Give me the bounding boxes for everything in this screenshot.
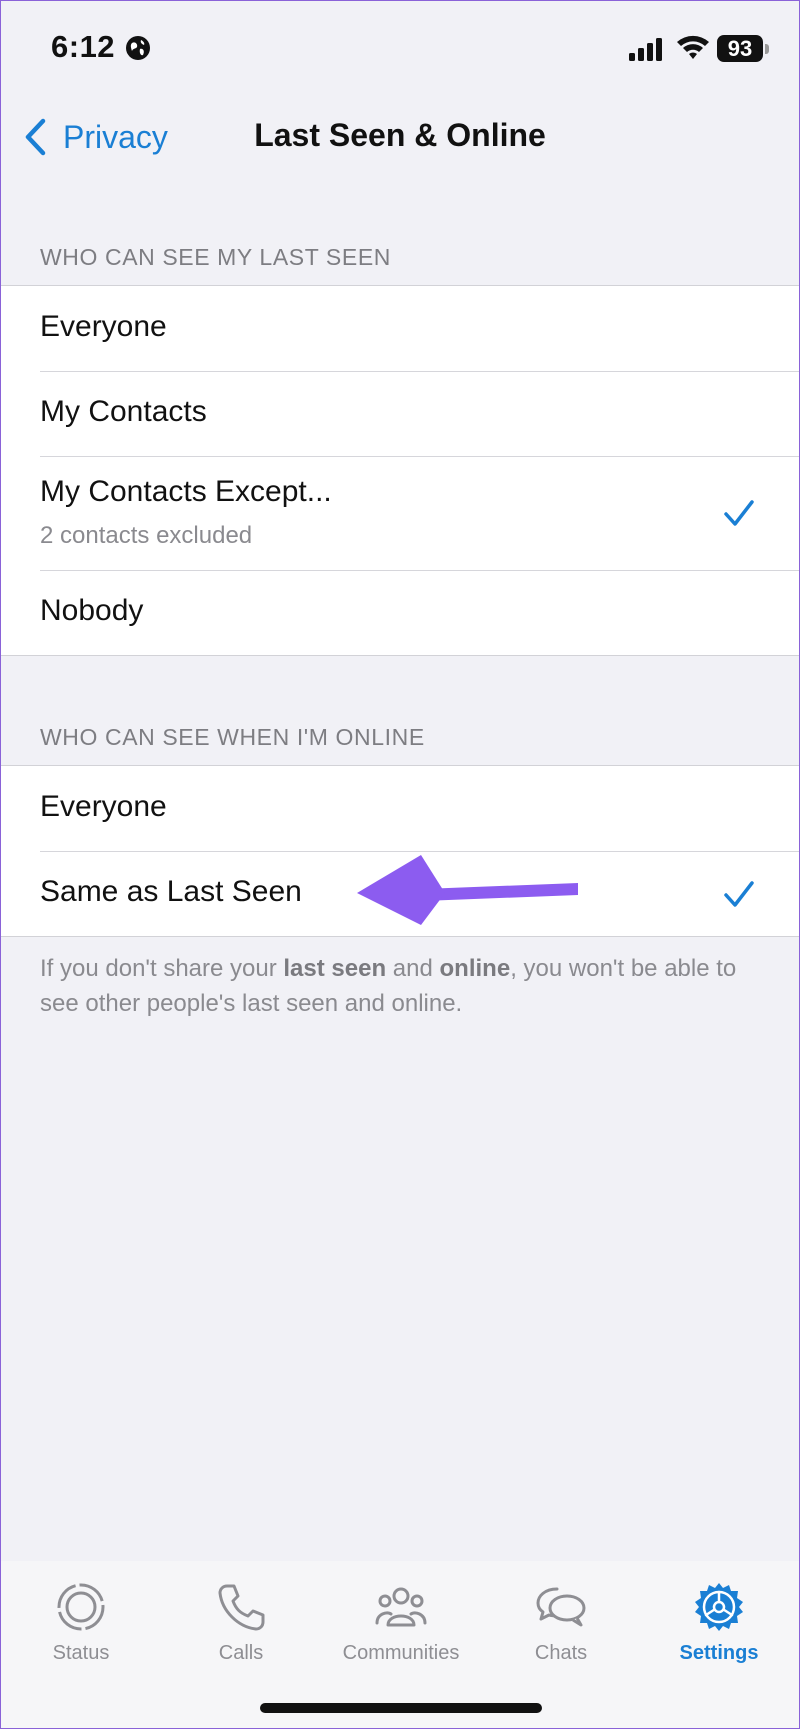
- status-time: 6:12: [51, 29, 116, 64]
- footer-note: If you don't share your last seen and on…: [40, 951, 760, 1021]
- footer-bold-last-seen: last seen: [283, 955, 387, 982]
- last-seen-options: Everyone My Contacts My Contacts Except.…: [1, 285, 799, 656]
- tab-label: Chats: [534, 1642, 588, 1664]
- option-label: My Contacts Except...: [40, 475, 332, 508]
- last-seen-option-nobody[interactable]: Nobody: [1, 570, 799, 655]
- back-button-label: Privacy: [63, 118, 168, 155]
- screen: 6:12 93 Last Seen & Online Privacy WHO C…: [0, 0, 800, 1729]
- communities-icon: [375, 1587, 427, 1627]
- option-label: Everyone: [40, 310, 167, 343]
- tab-communities[interactable]: Communities: [321, 1581, 481, 1665]
- tab-label: Status: [52, 1642, 110, 1664]
- tab-label: Communities: [342, 1642, 460, 1664]
- back-button[interactable]: Privacy: [23, 117, 168, 157]
- settings-icon: [695, 1583, 743, 1631]
- cellular-signal-icon: [629, 38, 662, 61]
- last-seen-option-everyone[interactable]: Everyone: [1, 286, 799, 371]
- calls-icon: [218, 1584, 265, 1631]
- tab-chats[interactable]: Chats: [481, 1581, 641, 1665]
- option-subtitle: 2 contacts excluded: [40, 522, 253, 549]
- option-label: Everyone: [40, 790, 167, 823]
- footer-bold-online: online: [439, 955, 511, 982]
- tab-label: Settings: [679, 1642, 759, 1664]
- status-icon: [57, 1583, 105, 1631]
- chats-icon: [536, 1587, 586, 1627]
- status-bar: 6:12 93: [1, 1, 799, 101]
- last-seen-section-header: WHO CAN SEE MY LAST SEEN: [40, 244, 391, 270]
- online-section-header: WHO CAN SEE WHEN I'M ONLINE: [40, 724, 425, 750]
- tab-status[interactable]: Status: [1, 1581, 161, 1665]
- navigation-bar: Last Seen & Online Privacy: [1, 101, 799, 173]
- checkmark-icon: [724, 500, 754, 526]
- annotation-arrow-icon: [357, 855, 578, 925]
- home-indicator: [260, 1703, 542, 1713]
- globe-icon: [126, 36, 150, 60]
- tab-calls[interactable]: Calls: [161, 1581, 321, 1665]
- last-seen-option-my-contacts[interactable]: My Contacts: [1, 371, 799, 456]
- online-option-everyone[interactable]: Everyone: [1, 766, 799, 851]
- battery-indicator: 93: [717, 35, 763, 62]
- chevron-left-icon: [25, 118, 46, 156]
- wifi-icon: [677, 35, 709, 59]
- footer-text: and: [386, 955, 440, 982]
- option-label: My Contacts: [40, 395, 207, 428]
- battery-tip: [765, 44, 769, 54]
- last-seen-option-my-contacts-except[interactable]: My Contacts Except... 2 contacts exclude…: [1, 456, 799, 570]
- tab-settings[interactable]: Settings: [639, 1581, 799, 1665]
- option-label: Nobody: [40, 594, 144, 627]
- footer-text: If you don't share your: [40, 955, 284, 982]
- option-label: Same as Last Seen: [40, 875, 302, 908]
- tab-label: Calls: [218, 1642, 264, 1664]
- checkmark-icon: [724, 881, 754, 907]
